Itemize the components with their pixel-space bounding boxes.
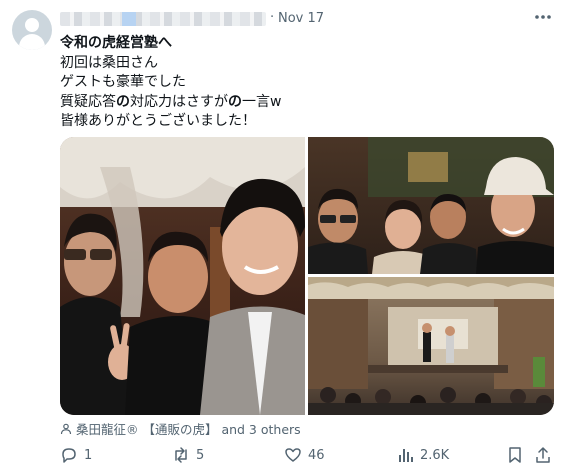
action-bar: 1 5 46 2.6K xyxy=(60,446,554,468)
display-name-redacted[interactable] xyxy=(60,12,266,26)
photo-group-bar[interactable] xyxy=(308,137,554,274)
reply-button[interactable]: 1 xyxy=(60,446,92,464)
more-icon[interactable] xyxy=(532,8,554,26)
post-text-line: 質疑応答の対応力はさすがの一言w xyxy=(60,93,540,113)
reply-icon xyxy=(62,448,76,463)
views-count: 2.6K xyxy=(420,447,450,463)
post-text-fragment: 対応力はさすが xyxy=(130,93,228,110)
avatar-head-shape xyxy=(25,18,39,32)
photo-event-hall-drawing xyxy=(308,277,554,415)
post-text-line: ゲストも豪華でした xyxy=(60,74,186,90)
post-text: 令和の虎経営塾へ 初回は桑田さん ゲストも豪華でした 質疑応答の対応力はさすがの… xyxy=(60,34,540,132)
photo-group-selfie[interactable] xyxy=(60,137,305,415)
bookmark-icon xyxy=(509,447,521,463)
media-grid xyxy=(60,137,554,415)
tagged-people[interactable]: 桑田龍征® 【通販の虎】 and 3 others xyxy=(60,419,301,438)
photo-group-bar-drawing xyxy=(308,137,554,274)
like-icon xyxy=(285,448,301,462)
avatar[interactable] xyxy=(12,10,52,50)
post-text-fragment: 質疑応答 xyxy=(60,93,116,110)
views-button[interactable]: 2.6K xyxy=(396,446,449,464)
redaction-block xyxy=(122,12,136,26)
share-button[interactable] xyxy=(534,446,552,464)
views-icon xyxy=(399,449,413,462)
avatar-body-shape xyxy=(19,34,45,50)
like-count: 46 xyxy=(308,447,325,463)
share-icon xyxy=(536,447,550,463)
photo-event-hall[interactable] xyxy=(308,277,554,415)
bookmark-button[interactable] xyxy=(506,446,524,464)
post-text-fragment: 一言w xyxy=(242,93,282,110)
repost-icon xyxy=(175,447,187,463)
post-date[interactable]: Nov 17 xyxy=(278,11,324,26)
tagged-people-label: 桑田龍征® 【通販の虎】 and 3 others xyxy=(76,422,301,437)
repost-button[interactable]: 5 xyxy=(172,446,204,464)
like-button[interactable]: 46 xyxy=(284,446,325,464)
date-separator: · xyxy=(270,10,275,25)
repost-count: 5 xyxy=(196,447,205,463)
reply-count: 1 xyxy=(84,447,93,463)
post-text-fragment: の xyxy=(228,93,242,110)
post-text-line: 皆様ありがとうございました！ xyxy=(60,113,256,129)
photo-group-selfie-drawing xyxy=(60,137,305,415)
post-text-line: 令和の虎経営塾へ xyxy=(60,35,172,51)
tag-person-icon xyxy=(60,423,72,434)
post-text-fragment: の xyxy=(116,93,130,110)
post-text-line: 初回は桑田さん xyxy=(60,54,158,71)
